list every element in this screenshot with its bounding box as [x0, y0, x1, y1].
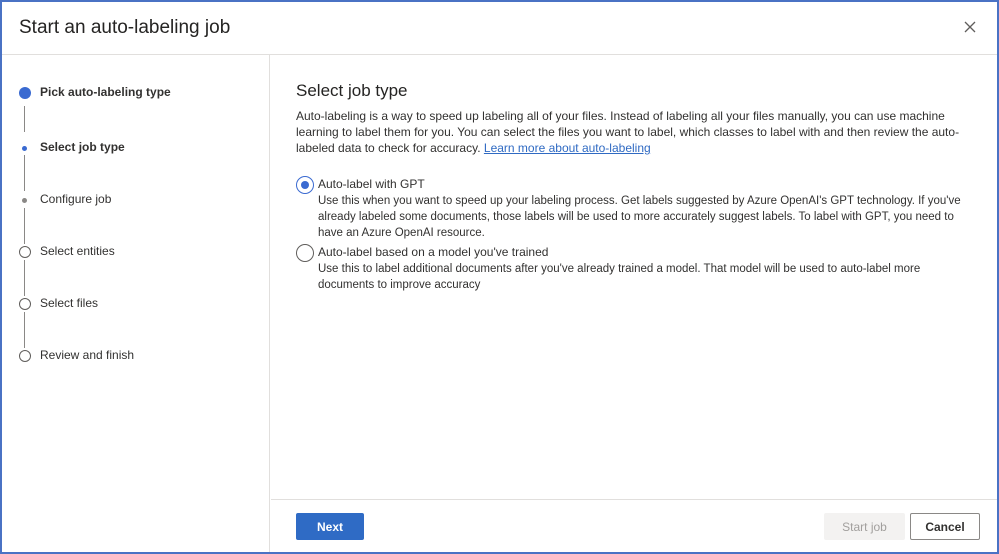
step-connector [24, 106, 25, 132]
step-label: Select files [40, 296, 99, 310]
dialog-title: Start an auto-labeling job [19, 17, 231, 38]
option-auto-label-trained-model[interactable]: Auto-label based on a model you've train… [296, 244, 976, 294]
main-content: Select job type Auto-labeling is a way t… [271, 55, 997, 499]
dialog-footer: Next Start job Cancel [271, 499, 997, 552]
step-label: Select entities [40, 244, 115, 258]
option-description: Use this when you want to speed up your … [318, 195, 961, 239]
step-select-entities[interactable]: Select entities [2, 242, 270, 262]
step-pending-dot [22, 198, 27, 203]
step-label: Select job type [40, 140, 125, 154]
radio-auto-label-gpt[interactable] [296, 176, 314, 194]
step-label: Pick auto-labeling type [40, 85, 171, 99]
section-description: Auto-labeling is a way to speed up label… [296, 108, 986, 156]
step-connector [24, 312, 25, 348]
option-title: Auto-label with GPT [318, 177, 425, 191]
step-completed-dot [19, 87, 31, 99]
dialog-header: Start an auto-labeling job [2, 2, 997, 55]
close-icon[interactable] [961, 18, 979, 36]
cancel-button[interactable]: Cancel [910, 513, 980, 540]
wizard-steps: Pick auto-labeling type Select job type … [2, 55, 270, 552]
next-button[interactable]: Next [296, 513, 364, 540]
step-label: Review and finish [40, 348, 135, 362]
step-connector [24, 208, 25, 244]
option-title: Auto-label based on a model you've train… [318, 245, 549, 259]
step-empty-circle [19, 298, 31, 310]
radio-auto-label-trained-model[interactable] [296, 244, 314, 262]
option-auto-label-gpt[interactable]: Auto-label with GPT Use this when you wa… [296, 176, 976, 242]
start-job-button[interactable]: Start job [824, 513, 905, 540]
learn-more-link[interactable]: Learn more about auto-labeling [484, 141, 651, 155]
step-pick-auto-labeling-type[interactable]: Pick auto-labeling type [2, 83, 270, 103]
option-description: Use this to label additional documents a… [318, 263, 921, 291]
step-select-files[interactable]: Select files [2, 294, 270, 314]
dialog: Start an auto-labeling job Pick auto-lab… [0, 0, 999, 554]
section-heading: Select job type [296, 81, 408, 100]
step-current-dot [22, 146, 27, 151]
step-empty-circle [19, 246, 31, 258]
step-configure-job[interactable]: Configure job [2, 190, 270, 210]
step-empty-circle [19, 350, 31, 362]
step-label: Configure job [40, 192, 112, 206]
step-connector [24, 260, 25, 296]
step-review-and-finish[interactable]: Review and finish [2, 346, 270, 366]
step-connector [24, 155, 25, 191]
step-select-job-type[interactable]: Select job type [2, 138, 270, 158]
